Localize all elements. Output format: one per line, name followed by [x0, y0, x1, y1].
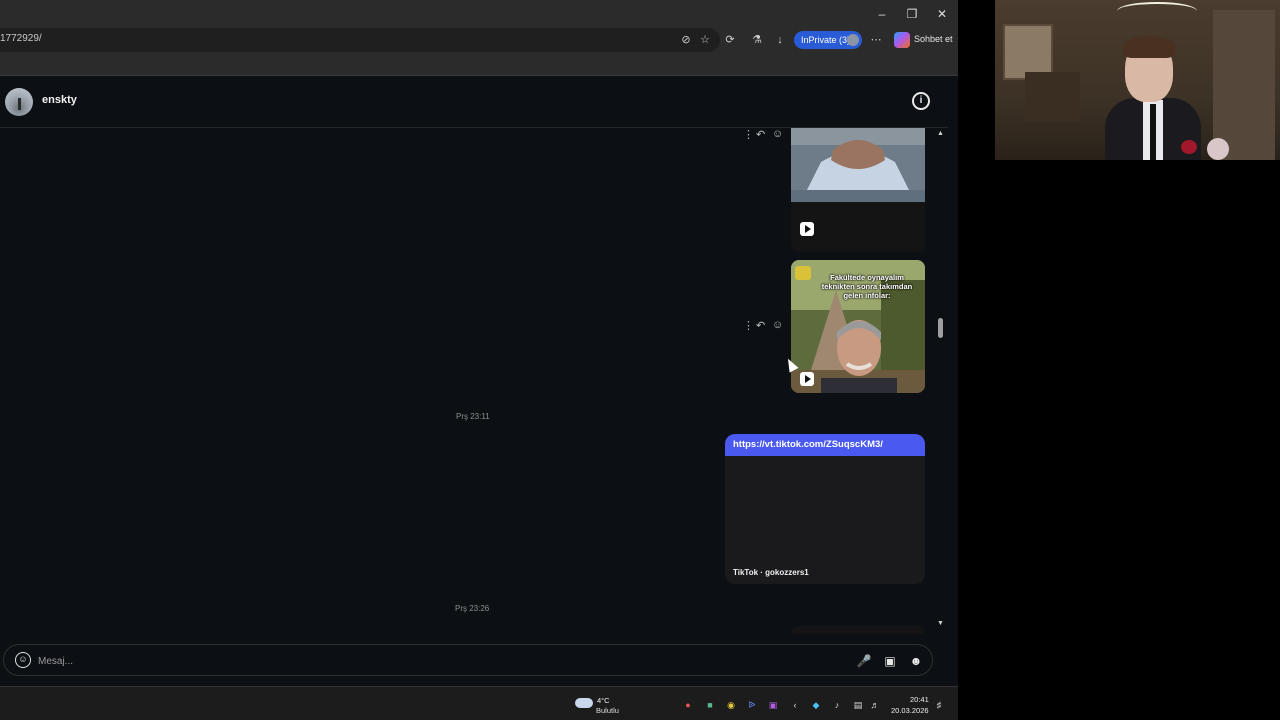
minimize-icon[interactable]: –	[870, 4, 894, 24]
extensions-icon[interactable]: ⟳	[722, 32, 738, 48]
tray-app-icon[interactable]: ◆	[810, 699, 822, 711]
more-icon[interactable]: ⋮	[743, 319, 754, 332]
chat-header: enskty i	[0, 76, 948, 128]
webcam-overlay	[995, 0, 1280, 160]
webcam-background-shelf	[1025, 72, 1080, 122]
video-overlay-text: Fakültede oynayalım teknikten sonra takı…	[821, 273, 913, 300]
cloud-icon[interactable]	[575, 698, 593, 708]
webcam-background-door	[1213, 10, 1275, 160]
taskbar: 4°C Bulutlu ● ■ ◉ ᐉ ▣ ‹ ◆ ♪ ▤ ♬ 20:41 20…	[0, 686, 958, 720]
tray-app-icon[interactable]: ●	[682, 699, 694, 711]
avatar[interactable]	[5, 88, 33, 116]
emoji-icon[interactable]: ☺	[15, 652, 31, 668]
video-message[interactable]	[791, 128, 925, 252]
scrollbar[interactable]: ▲ ▼	[934, 128, 948, 634]
tracking-prevention-icon[interactable]: ⊘	[678, 32, 694, 48]
play-icon	[800, 222, 814, 236]
info-icon[interactable]: i	[912, 92, 930, 110]
more-icon[interactable]: ⋯	[868, 32, 884, 48]
react-icon[interactable]: ☺	[772, 319, 783, 331]
chat-username[interactable]: enskty	[42, 94, 77, 106]
image-icon[interactable]: ▣	[881, 652, 899, 670]
link-preview-message[interactable]: https://vt.tiktok.com/ZSuqscKM3/ TikTok …	[725, 434, 925, 584]
message-timestamp: Prş 23:11	[456, 412, 490, 421]
message-actions: ⋮ ↶ ☺	[740, 319, 784, 333]
favorite-star-icon[interactable]: ☆	[697, 32, 713, 48]
tray-app-icon[interactable]: ◉	[725, 699, 737, 711]
webcam-neon-light	[1117, 2, 1197, 20]
tray-app-icon[interactable]: ▣	[767, 699, 779, 711]
notification-bell-icon[interactable]: ♯	[933, 699, 945, 711]
address-bar[interactable]: 1772929/	[0, 28, 720, 52]
screen: – ❐ ✕ 1772929/ ⊘ ☆ ⟳ ⚗ ↓ InPrivate (3) ⋯…	[0, 0, 1280, 720]
clock-time[interactable]: 20:41	[910, 695, 929, 704]
browser-essentials-icon[interactable]: ⚗	[749, 32, 765, 48]
webcam-person-hair	[1123, 36, 1175, 58]
scroll-thumb[interactable]	[938, 318, 943, 338]
chevron-left-icon[interactable]: ‹	[789, 699, 801, 711]
react-icon[interactable]: ☺	[772, 128, 783, 140]
sticker-icon[interactable]: ☻	[907, 652, 925, 670]
video-message[interactable]: Fakültede oynayalım teknikten sonra takı…	[791, 260, 925, 393]
webcam-person-tie	[1150, 104, 1156, 160]
display-icon[interactable]: ▤	[852, 699, 864, 711]
browser-window: – ❐ ✕ 1772929/ ⊘ ☆ ⟳ ⚗ ↓ InPrivate (3) ⋯…	[0, 0, 958, 720]
url-text[interactable]: 1772929/	[0, 33, 42, 44]
message-list: ⋮ ↶ ☺ ⋮ ↶ ☺ Fakültede oynayalım teknikte…	[0, 128, 934, 634]
clock-date[interactable]: 20.03.2026	[891, 706, 929, 715]
reply-icon[interactable]: ↶	[756, 319, 765, 332]
reply-icon[interactable]: ↶	[756, 128, 765, 141]
downloads-icon[interactable]: ↓	[772, 32, 788, 48]
scroll-up-icon[interactable]: ▲	[937, 130, 944, 137]
inprivate-label: InPrivate (3)	[801, 35, 851, 45]
video-thumbnail	[791, 128, 925, 202]
close-icon[interactable]: ✕	[930, 4, 954, 24]
copilot-label[interactable]: Sohbet et	[914, 34, 953, 44]
weather-temperature[interactable]: 4°C	[597, 696, 610, 705]
message-timestamp: Prş 23:26	[455, 604, 490, 613]
message-composer: ☺ 🎤 ▣ ☻	[3, 644, 933, 676]
bluetooth-icon[interactable]: ᐉ	[746, 699, 758, 711]
message-actions: ⋮ ↶ ☺	[740, 128, 784, 142]
tray-app-icon[interactable]: ■	[704, 699, 716, 711]
message-input[interactable]	[38, 653, 818, 669]
tiktok-link[interactable]: https://vt.tiktok.com/ZSuqscKM3/	[725, 434, 925, 456]
weather-condition[interactable]: Bulutlu	[596, 706, 619, 715]
more-icon[interactable]: ⋮	[743, 128, 754, 141]
restore-icon[interactable]: ❐	[900, 4, 924, 24]
webcam-microphone	[1207, 138, 1229, 160]
volume-icon[interactable]: ♬	[869, 699, 881, 711]
title-bar: – ❐ ✕	[0, 0, 958, 28]
copilot-icon[interactable]	[894, 32, 910, 48]
scroll-down-icon[interactable]: ▼	[937, 620, 944, 627]
webcam-rose	[1181, 140, 1197, 154]
favorites-bar	[0, 52, 958, 76]
play-icon	[800, 372, 814, 386]
inprivate-button[interactable]: InPrivate (3)	[794, 31, 862, 49]
profile-avatar	[847, 34, 859, 46]
microphone-icon[interactable]: 🎤	[855, 652, 873, 670]
video-message[interactable]	[791, 626, 925, 634]
link-source: TikTok · gokozzers1	[733, 568, 809, 577]
microphone-icon[interactable]: ♪	[831, 699, 843, 711]
